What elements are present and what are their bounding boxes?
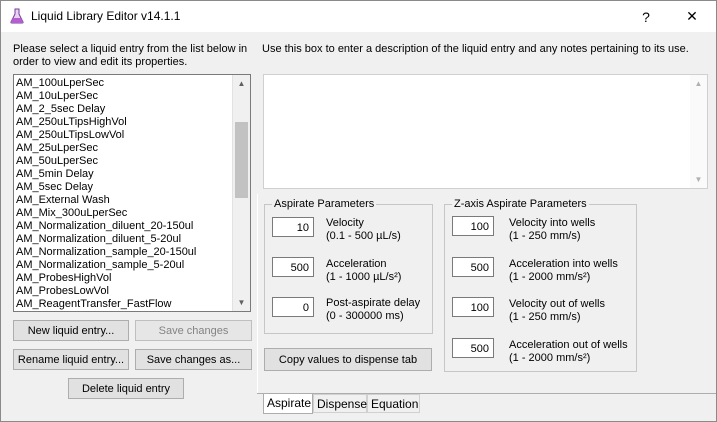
list-item[interactable]: AM_ReagentTransfer_FastFlow bbox=[14, 298, 232, 311]
param-range: (0 - 300000 ms) bbox=[326, 310, 404, 322]
list-item[interactable]: AM_ProbesHighVol bbox=[14, 272, 232, 285]
list-item[interactable]: AM_Normalization_sample_20-150ul bbox=[14, 246, 232, 259]
velocity-into-wells-label: Velocity into wells (1 - 250 mm/s) bbox=[509, 217, 595, 243]
param-range: (1 - 250 mm/s) bbox=[509, 230, 581, 242]
list-item[interactable]: AM_100uLperSec bbox=[14, 77, 232, 90]
param-range: (1 - 2000 mm/s²) bbox=[509, 271, 591, 283]
velocity-out-of-wells-label: Velocity out of wells (1 - 250 mm/s) bbox=[509, 298, 605, 324]
list-item[interactable]: AM_ProbesLowVol bbox=[14, 285, 232, 298]
description-instructions: Use this box to enter a description of t… bbox=[262, 43, 689, 55]
liquid-entry-list[interactable]: AM_100uLperSec AM_10uLperSec AM_2_5sec Del… bbox=[13, 74, 251, 312]
velocity-into-wells-input[interactable]: 100 bbox=[452, 216, 494, 236]
acceleration-input[interactable]: 500 bbox=[272, 257, 314, 277]
title-bar: Liquid Library Editor v14.1.1 ? ✕ bbox=[1, 1, 716, 32]
param-range: (1 - 250 mm/s) bbox=[509, 311, 581, 323]
list-item[interactable]: AM_25uLperSec bbox=[14, 142, 232, 155]
delete-liquid-entry-button[interactable]: Delete liquid entry bbox=[68, 378, 184, 399]
list-item[interactable]: AM_250uLTipsHighVol bbox=[14, 116, 232, 129]
tab-dispense[interactable]: Dispense bbox=[313, 394, 367, 413]
velocity-input[interactable]: 10 bbox=[272, 217, 314, 237]
param-name: Acceleration into wells bbox=[509, 258, 618, 270]
list-item[interactable]: AM_5min Delay bbox=[14, 168, 232, 181]
list-scrollbar[interactable]: ▲ ▼ bbox=[232, 75, 250, 311]
zaxis-group-title: Z-axis Aspirate Parameters bbox=[452, 198, 589, 211]
list-item[interactable]: AM_Normalization_diluent_5-20ul bbox=[14, 233, 232, 246]
window-title: Liquid Library Editor v14.1.1 bbox=[31, 9, 181, 23]
save-changes-button[interactable]: Save changes bbox=[135, 320, 252, 341]
list-item[interactable]: AM_50uLperSec bbox=[14, 155, 232, 168]
tab-equation[interactable]: Equation bbox=[367, 394, 420, 413]
list-item[interactable]: AM_Mix_300uLperSec bbox=[14, 207, 232, 220]
post-aspirate-delay-input[interactable]: 0 bbox=[272, 297, 314, 317]
list-instructions-line: Please select a liquid entry from the li… bbox=[13, 43, 248, 55]
acceleration-out-of-wells-label: Acceleration out of wells (1 - 2000 mm/s… bbox=[509, 339, 628, 365]
param-range: (1 - 2000 mm/s²) bbox=[509, 352, 591, 364]
list-item[interactable]: AM_10uLperSec bbox=[14, 90, 232, 103]
copy-values-to-dispense-button[interactable]: Copy values to dispense tab bbox=[264, 348, 432, 371]
acceleration-out-of-wells-input[interactable]: 500 bbox=[452, 338, 494, 358]
param-name: Velocity out of wells bbox=[509, 298, 605, 310]
tab-aspirate[interactable]: Aspirate bbox=[263, 393, 313, 414]
param-name: Velocity into wells bbox=[509, 217, 596, 229]
list-instructions-line: order to view and edit its properties. bbox=[13, 56, 188, 68]
new-liquid-entry-button[interactable]: New liquid entry... bbox=[13, 320, 129, 341]
help-button[interactable]: ? bbox=[623, 1, 669, 32]
description-textarea[interactable]: ▲ ▼ bbox=[263, 74, 708, 189]
arrow-up-icon[interactable]: ▲ bbox=[690, 75, 707, 92]
param-name: Velocity bbox=[326, 217, 364, 229]
list-item[interactable]: AM_Normalization_sample_5-20ul bbox=[14, 259, 232, 272]
list-items: AM_100uLperSec AM_10uLperSec AM_2_5sec Del… bbox=[14, 77, 232, 311]
arrow-down-icon[interactable]: ▼ bbox=[690, 171, 707, 188]
list-item[interactable]: AM_External Wash bbox=[14, 194, 232, 207]
liquid-library-editor-window: Liquid Library Editor v14.1.1 ? ✕ Please… bbox=[0, 0, 717, 422]
rename-liquid-entry-button[interactable]: Rename liquid entry... bbox=[13, 349, 129, 370]
acceleration-label: Acceleration (1 - 1000 µL/s²) bbox=[326, 258, 401, 284]
post-aspirate-delay-label: Post-aspirate delay (0 - 300000 ms) bbox=[326, 297, 420, 323]
list-instructions: Please select a liquid entry from the li… bbox=[13, 43, 247, 69]
list-item[interactable]: AM_5sec Delay bbox=[14, 181, 232, 194]
description-scrollbar[interactable]: ▲ ▼ bbox=[690, 75, 707, 188]
acceleration-into-wells-input[interactable]: 500 bbox=[452, 257, 494, 277]
flask-icon bbox=[10, 8, 24, 24]
param-name: Post-aspirate delay bbox=[326, 297, 421, 309]
save-changes-as-button[interactable]: Save changes as... bbox=[135, 349, 252, 370]
tab-panel-edge bbox=[257, 194, 258, 393]
velocity-out-of-wells-input[interactable]: 100 bbox=[452, 297, 494, 317]
param-range: (0.1 - 500 µL/s) bbox=[326, 230, 401, 242]
arrow-down-icon[interactable]: ▼ bbox=[233, 294, 250, 311]
list-item[interactable]: AM_2_5sec Delay bbox=[14, 103, 232, 116]
param-range: (1 - 1000 µL/s²) bbox=[326, 271, 402, 283]
close-button[interactable]: ✕ bbox=[669, 1, 715, 32]
param-name: Acceleration out of wells bbox=[509, 339, 628, 351]
acceleration-into-wells-label: Acceleration into wells (1 - 2000 mm/s²) bbox=[509, 258, 618, 284]
arrow-up-icon[interactable]: ▲ bbox=[233, 75, 250, 92]
list-item[interactable]: AM_Normalization_diluent_20-150ul bbox=[14, 220, 232, 233]
velocity-label: Velocity (0.1 - 500 µL/s) bbox=[326, 217, 401, 243]
param-name: Acceleration bbox=[326, 258, 387, 270]
list-item[interactable]: AM_250uLTipsLowVol bbox=[14, 129, 232, 142]
scroll-thumb[interactable] bbox=[235, 122, 248, 198]
aspirate-group-title: Aspirate Parameters bbox=[272, 198, 377, 211]
